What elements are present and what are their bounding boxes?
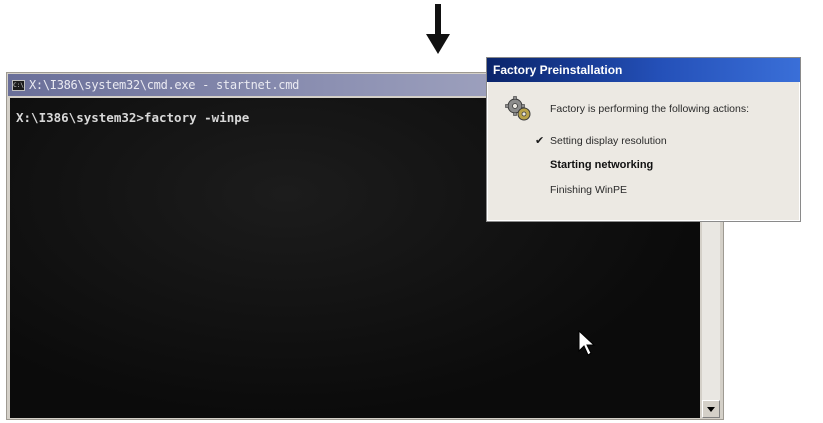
command-line: X:\I386\system32>factory -winpe bbox=[16, 110, 250, 125]
dialog-message: Factory is performing the following acti… bbox=[550, 103, 750, 115]
step-starting-networking: Starting networking bbox=[550, 159, 654, 171]
check-icon: ✔ bbox=[535, 135, 545, 147]
step-finishing-winpe: Finishing WinPE bbox=[550, 184, 628, 196]
console-title: X:\I386\system32\cmd.exe - startnet.cmd bbox=[29, 78, 300, 92]
step-setting-display-resolution: Setting display resolution bbox=[550, 135, 667, 147]
cmd-icon: C:\ bbox=[12, 79, 25, 91]
gear-icon bbox=[505, 96, 531, 121]
down-arrow-icon bbox=[426, 4, 450, 54]
dialog-title-bar[interactable]: Factory Preinstallation bbox=[487, 58, 800, 82]
factory-dialog[interactable]: Factory Preinstallation Factory is perfo… bbox=[487, 58, 800, 221]
scroll-down-arrow-icon bbox=[707, 406, 715, 412]
mouse-pointer-icon bbox=[578, 330, 596, 356]
dialog-title: Factory Preinstallation bbox=[493, 63, 623, 77]
scroll-down-button[interactable] bbox=[702, 400, 720, 418]
